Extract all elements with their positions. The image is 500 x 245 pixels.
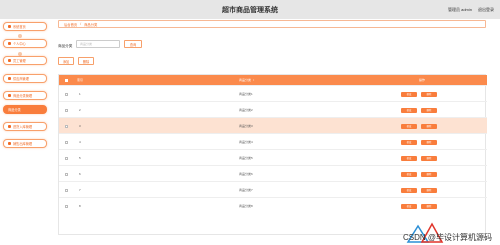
row-checkbox[interactable]	[65, 124, 68, 128]
current-user-label: 管理员 admin	[447, 7, 472, 12]
main-content: 后台首页 / 商品分类 商品分类 查询 添加 删除 索引 商品分类 ↕ 操作 1…	[56, 19, 487, 245]
row-index: 7	[79, 187, 81, 192]
select-all-checkbox[interactable]	[65, 78, 68, 82]
col-name-header[interactable]: 商品分类 ↕	[239, 75, 255, 85]
row-index: 5	[79, 155, 81, 160]
submenu-dot-icon	[18, 34, 22, 38]
edit-button[interactable]: 修改	[401, 107, 417, 113]
sidebar-item-stock-out[interactable]: 销售出库管理	[3, 139, 47, 148]
row-checkbox[interactable]	[65, 140, 68, 144]
staff-icon	[8, 59, 11, 62]
watermark: CSDN @毕设计算机源码	[402, 233, 492, 242]
row-index: 1	[79, 91, 81, 96]
stock-in-icon	[8, 125, 11, 128]
delete-row-button[interactable]: 删除	[421, 123, 437, 129]
logout-link[interactable]: 退出登录	[478, 7, 494, 13]
search-input[interactable]	[76, 40, 120, 48]
delete-row-button[interactable]: 删除	[421, 139, 437, 145]
sidebar-item-label: 个人中心	[13, 42, 26, 46]
stock-out-icon	[8, 142, 11, 145]
sidebar-item-staff[interactable]: 员工管理	[3, 56, 47, 65]
breadcrumb: 后台首页 / 商品分类	[58, 20, 486, 28]
delete-row-button[interactable]: 删除	[421, 203, 437, 209]
row-checkbox[interactable]	[65, 156, 68, 160]
edit-button[interactable]: 修改	[401, 123, 417, 129]
row-category-name: 商品分类7	[239, 187, 253, 192]
table-row[interactable]: 3 商品分类3 修改 删除	[59, 117, 487, 133]
edit-button[interactable]: 修改	[401, 203, 417, 209]
edit-button[interactable]: 修改	[401, 187, 417, 193]
table-header: 索引 商品分类 ↕ 操作	[59, 75, 487, 85]
delete-row-button[interactable]: 删除	[421, 107, 437, 113]
row-index: 3	[79, 123, 81, 128]
user-icon	[8, 42, 11, 45]
sidebar-item-label: 进货入库管理	[13, 125, 33, 129]
top-bar: 超市商品管理系统 管理员 admin 退出登录	[0, 0, 500, 19]
search-label: 商品分类	[58, 44, 73, 48]
edit-button[interactable]: 修改	[401, 155, 417, 161]
row-checkbox[interactable]	[65, 108, 68, 112]
sidebar-item-label: 供应商管理	[13, 77, 29, 81]
row-category-name: 商品分类5	[239, 155, 253, 160]
row-checkbox[interactable]	[65, 92, 68, 96]
delete-button[interactable]: 删除	[78, 57, 94, 65]
home-icon	[8, 25, 11, 28]
row-index: 8	[79, 203, 81, 208]
table-row[interactable]: 8 商品分类8 修改 删除	[59, 197, 487, 213]
table-row[interactable]: 4 商品分类4 修改 删除	[59, 133, 487, 149]
app-title: 超市商品管理系统	[222, 7, 278, 14]
sort-icon[interactable]: ↕	[253, 78, 255, 82]
sidebar-item-profile[interactable]: 个人中心	[3, 39, 47, 48]
delete-row-button[interactable]: 删除	[421, 91, 437, 97]
edit-button[interactable]: 修改	[401, 171, 417, 177]
row-category-name: 商品分类4	[239, 139, 253, 144]
search-button[interactable]: 查询	[124, 40, 142, 48]
breadcrumb-separator: /	[80, 22, 82, 26]
row-category-name: 商品分类6	[239, 171, 253, 176]
table-row[interactable]: 6 商品分类6 修改 删除	[59, 165, 487, 181]
delete-row-button[interactable]: 删除	[421, 171, 437, 177]
row-checkbox[interactable]	[65, 204, 68, 208]
edit-button[interactable]: 修改	[401, 91, 417, 97]
sidebar-item-home[interactable]: 系统首页	[3, 22, 47, 31]
row-checkbox[interactable]	[65, 172, 68, 176]
table-row[interactable]: 7 商品分类7 修改 删除	[59, 181, 487, 197]
row-category-name: 商品分类1	[239, 91, 253, 96]
add-button[interactable]: 添加	[58, 57, 74, 65]
row-category-name: 商品分类3	[239, 123, 253, 128]
category-icon	[8, 94, 11, 97]
table-row[interactable]: 2 商品分类2 修改 删除	[59, 101, 487, 117]
category-table: 索引 商品分类 ↕ 操作 1 商品分类1 修改 删除 2 商品分类2 修改 删除…	[58, 74, 487, 235]
table-row[interactable]: 5 商品分类5 修改 删除	[59, 149, 487, 165]
sidebar-item-label: 商品分类	[8, 108, 21, 112]
sidebar-item-category-admin[interactable]: 商品分类管理	[3, 91, 47, 100]
sidebar-item-label: 系统首页	[13, 25, 26, 29]
sidebar-item-label: 商品分类管理	[13, 94, 33, 98]
sidebar-item-label: 员工管理	[13, 59, 26, 63]
row-category-name: 商品分类2	[239, 107, 253, 112]
sidebar: 系统首页 个人中心 员工管理 供应商管理 商品分类管理 商品分类 进货入库管理 …	[0, 19, 50, 245]
col-index-header: 索引	[77, 78, 84, 82]
edit-button[interactable]: 修改	[401, 139, 417, 145]
sidebar-item-category[interactable]: 商品分类	[3, 105, 47, 114]
delete-row-button[interactable]: 删除	[421, 187, 437, 193]
row-index: 6	[79, 171, 81, 176]
sidebar-item-suppliers[interactable]: 供应商管理	[3, 74, 47, 83]
breadcrumb-current: 商品分类	[84, 22, 98, 27]
row-category-name: 商品分类8	[239, 203, 253, 208]
supplier-icon	[8, 77, 11, 80]
sidebar-item-stock-in[interactable]: 进货入库管理	[3, 122, 47, 131]
row-index: 4	[79, 139, 81, 144]
breadcrumb-home[interactable]: 后台首页	[64, 22, 77, 27]
sidebar-item-label: 销售出库管理	[13, 142, 33, 146]
row-index: 2	[79, 107, 81, 112]
delete-row-button[interactable]: 删除	[421, 155, 437, 161]
table-row[interactable]: 1 商品分类1 修改 删除	[59, 85, 487, 101]
col-actions-header: 操作	[419, 78, 426, 82]
row-checkbox[interactable]	[65, 188, 68, 192]
col-name-header-label: 商品分类	[239, 78, 252, 82]
